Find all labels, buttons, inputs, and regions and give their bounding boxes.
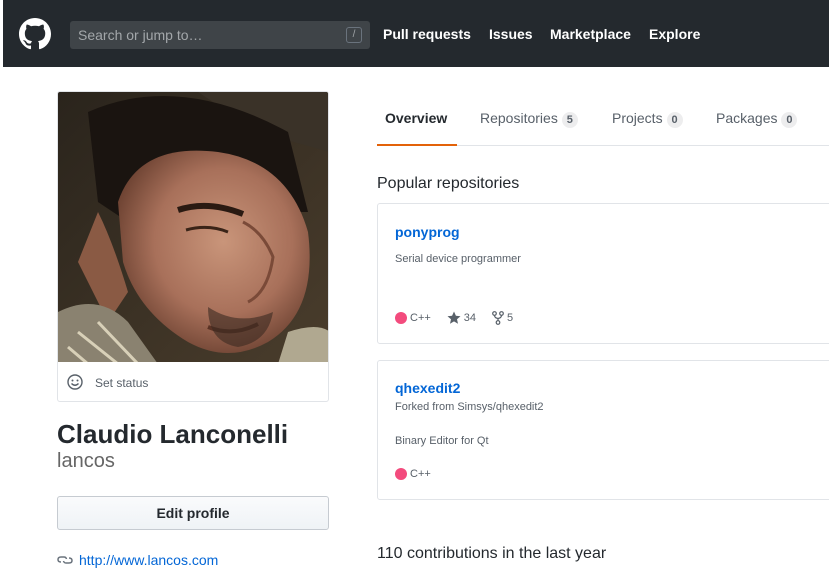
tab-packages[interactable]: Packages 0 (716, 110, 798, 128)
link-icon (57, 556, 73, 564)
repo-language-label: C++ (410, 312, 431, 324)
nav-issues[interactable]: Issues (489, 26, 533, 42)
tab-projects[interactable]: Projects 0 (612, 110, 683, 128)
repo-language-label: C++ (410, 468, 431, 480)
github-logo-icon[interactable] (19, 18, 51, 50)
search-shortcut-key: / (346, 27, 362, 43)
set-status-button[interactable]: Set status (57, 362, 329, 402)
repo-forked-from[interactable]: Forked from Simsys/qhexedit2 (395, 401, 544, 413)
repo-forks-count: 5 (507, 312, 514, 324)
repo-card: ponyprog Serial device programmer C++ 34… (377, 203, 829, 344)
repo-meta: C++ 34 5 (395, 311, 529, 325)
tab-repositories-count: 5 (561, 112, 578, 128)
profile-full-name: Claudio Lanconelli (57, 419, 289, 449)
search-input[interactable]: Search or jump to… / (70, 21, 370, 49)
repo-name-link[interactable]: qhexedit2 (395, 380, 460, 396)
nav-explore[interactable]: Explore (649, 26, 700, 42)
tab-overview[interactable]: Overview (385, 110, 447, 126)
repo-stars-count: 34 (463, 312, 477, 324)
star-icon (447, 311, 461, 324)
language-color-dot (395, 468, 407, 480)
tab-packages-count: 0 (781, 112, 798, 128)
repo-forks-link[interactable]: 5 (492, 311, 513, 325)
avatar[interactable] (57, 91, 329, 363)
nav-pull-requests[interactable]: Pull requests (383, 26, 471, 42)
profile-website-link[interactable]: http://www.lancos.com (79, 552, 218, 568)
tab-repositories-label: Repositories (480, 110, 558, 126)
search-placeholder: Search or jump to… (78, 27, 203, 43)
tab-active-indicator (377, 144, 457, 146)
repo-card: qhexedit2 Forked from Simsys/qhexedit2 B… (377, 360, 829, 500)
tab-projects-label: Projects (612, 110, 663, 126)
repo-description: Serial device programmer (395, 253, 521, 265)
repo-description: Binary Editor for Qt (395, 435, 489, 447)
smiley-icon (67, 374, 83, 390)
tab-projects-count: 0 (666, 112, 683, 128)
language-color-dot (395, 312, 407, 324)
global-header: Search or jump to… / Pull requests Issue… (3, 0, 829, 67)
tab-overview-label: Overview (385, 110, 448, 126)
popular-repos-title: Popular repositories (377, 175, 520, 192)
repo-language: C++ (395, 312, 431, 324)
tab-repositories[interactable]: Repositories 5 (480, 110, 578, 128)
repo-language: C++ (395, 468, 431, 480)
fork-icon (492, 311, 504, 325)
repo-stars-link[interactable]: 34 (447, 311, 476, 325)
tab-packages-label: Packages (716, 110, 778, 126)
edit-profile-button[interactable]: Edit profile (57, 496, 329, 530)
repo-name-link[interactable]: ponyprog (395, 224, 460, 240)
contributions-heading: 110 contributions in the last year (377, 545, 607, 562)
profile-username: lancos (57, 450, 115, 472)
repo-meta: C++ (395, 468, 447, 480)
nav-marketplace[interactable]: Marketplace (550, 26, 631, 42)
avatar-photo (58, 92, 328, 362)
set-status-label: Set status (95, 376, 149, 390)
